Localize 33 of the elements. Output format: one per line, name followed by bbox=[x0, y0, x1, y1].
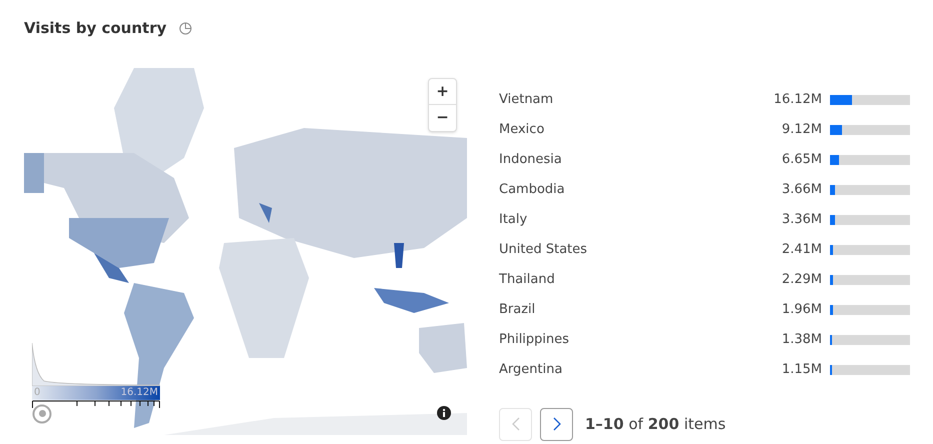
zoom-out-button[interactable]: − bbox=[429, 104, 456, 130]
visit-count: 2.29M bbox=[782, 270, 822, 289]
country-name: Mexico bbox=[499, 120, 546, 139]
country-name: United States bbox=[499, 240, 588, 259]
legend-max-label: 16.12M bbox=[120, 388, 158, 398]
visit-count: 3.36M bbox=[782, 210, 822, 229]
visit-count: 1.96M bbox=[782, 300, 822, 319]
country-name: Indonesia bbox=[499, 150, 563, 169]
visit-count: 9.12M bbox=[782, 120, 822, 139]
pagination-summary: 1–10 of 200 items bbox=[585, 414, 726, 435]
chart-title: Visits by country bbox=[24, 18, 167, 39]
country-name: Brazil bbox=[499, 300, 536, 319]
next-page-button[interactable] bbox=[540, 408, 573, 440]
mapbox-logo-icon bbox=[32, 404, 52, 424]
country-name: Italy bbox=[499, 210, 528, 229]
chevron-left-icon bbox=[512, 417, 520, 431]
country-name: Philippines bbox=[499, 330, 570, 349]
country-name: Thailand bbox=[499, 270, 556, 289]
chevron-right-icon bbox=[552, 417, 560, 431]
country-name: Cambodia bbox=[499, 180, 566, 199]
visit-count: 1.15M bbox=[782, 360, 822, 379]
legend-min-label: 0 bbox=[34, 388, 40, 398]
info-icon[interactable] bbox=[437, 406, 451, 420]
world-map[interactable]: + − 0 16.12M bbox=[24, 68, 467, 434]
pie-chart-icon bbox=[178, 22, 192, 35]
visit-count: 1.38M bbox=[782, 330, 822, 349]
zoom-in-button[interactable]: + bbox=[429, 78, 456, 104]
visit-count: 16.12M bbox=[774, 90, 822, 109]
visit-count: 2.41M bbox=[782, 240, 822, 259]
visit-count: 6.65M bbox=[782, 150, 822, 169]
visit-count: 3.66M bbox=[782, 180, 822, 199]
country-name: Vietnam bbox=[499, 90, 554, 109]
country-name: Argentina bbox=[499, 360, 564, 379]
